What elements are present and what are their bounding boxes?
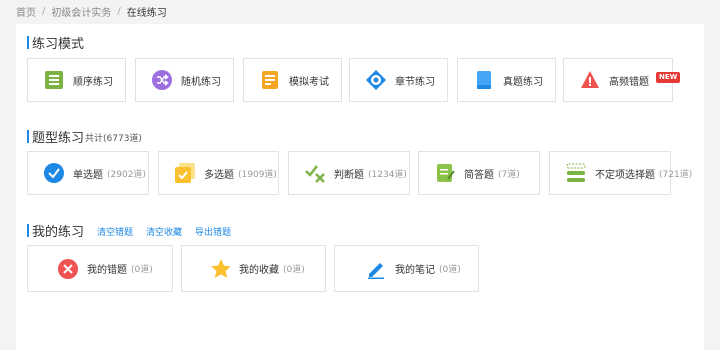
- type-label: 单选题: [73, 169, 103, 181]
- my-practice-title: 我的练习: [32, 225, 85, 240]
- options-icon: [566, 163, 586, 183]
- type-label: 多选题: [204, 169, 234, 181]
- breadcrumb-separator: /: [117, 5, 121, 17]
- list-icon: [44, 70, 64, 90]
- mode-card-past-exams[interactable]: 真题练习: [457, 58, 556, 102]
- clear-favorites-link[interactable]: 清空收藏: [146, 225, 182, 238]
- error-icon: [58, 258, 78, 279]
- my-count: (0道): [283, 265, 305, 275]
- type-card-single-choice[interactable]: 单选题 (2902道): [27, 151, 149, 195]
- star-icon: [210, 258, 230, 279]
- section-marker: [27, 130, 29, 143]
- my-count: (0道): [439, 265, 461, 275]
- my-label: 我的收藏: [239, 265, 279, 276]
- question-types-title: 题型练习: [32, 131, 85, 146]
- multi-check-icon: [175, 163, 195, 183]
- warning-icon: [580, 70, 600, 90]
- mode-label: 章节练习: [395, 76, 435, 88]
- type-card-true-false[interactable]: 判断题 (1234道): [288, 151, 410, 195]
- mode-card-random[interactable]: 随机练习: [135, 58, 234, 102]
- breadcrumb: 首页 / 初级会计实务 / 在线练习: [0, 0, 720, 22]
- breadcrumb-current: 在线练习: [126, 7, 167, 19]
- my-card-favorites[interactable]: 我的收藏 (0道): [181, 245, 326, 292]
- breadcrumb-home[interactable]: 首页: [16, 4, 36, 19]
- type-count: (721道): [659, 169, 693, 180]
- practice-modes-title: 练习模式: [32, 37, 85, 52]
- my-label: 我的错题: [87, 265, 127, 276]
- new-badge: NEW: [656, 72, 681, 83]
- my-practice-heading: 我的练习 清空错题 清空收藏 导出错题: [27, 221, 231, 240]
- clear-errors-link[interactable]: 清空错题: [97, 225, 133, 238]
- mode-label: 顺序练习: [73, 76, 113, 88]
- section-marker: [27, 36, 29, 49]
- type-label: 不定项选择题: [595, 169, 655, 181]
- check-circle-icon: [44, 163, 64, 183]
- type-count: (1234道): [368, 169, 407, 180]
- pencil-icon: [366, 259, 386, 279]
- practice-panel: 练习模式 顺序练习 随机练习 模拟考试 章节练习 真题练习 高频错题 NEW 题…: [16, 24, 704, 350]
- mode-label: 随机练习: [181, 76, 221, 88]
- question-types-total: 共计(6773道): [85, 134, 142, 144]
- mode-label: 高频错题: [609, 76, 649, 88]
- breadcrumb-separator: /: [42, 5, 46, 17]
- target-icon: [366, 70, 386, 90]
- type-card-multi-choice[interactable]: 多选题 (1909道): [158, 151, 279, 195]
- my-card-notes[interactable]: 我的笔记 (0道): [334, 245, 479, 292]
- type-card-indefinite-choice[interactable]: 不定项选择题 (721道): [549, 151, 692, 195]
- true-false-icon: [305, 163, 325, 183]
- export-errors-link[interactable]: 导出错题: [195, 225, 231, 238]
- type-label: 判断题: [334, 169, 364, 181]
- type-count: (1909道): [238, 169, 277, 180]
- mode-card-chapter[interactable]: 章节练习: [349, 58, 448, 102]
- exam-icon: [260, 70, 280, 90]
- mode-card-sequential[interactable]: 顺序练习: [27, 58, 126, 102]
- breadcrumb-category[interactable]: 初级会计实务: [51, 4, 111, 19]
- question-types-heading: 题型练习 共计(6773道): [27, 127, 142, 146]
- book-icon: [474, 70, 494, 90]
- my-card-errors[interactable]: 我的错题 (0道): [27, 245, 173, 292]
- type-count: (2902道): [107, 169, 146, 180]
- type-card-short-answer[interactable]: 简答题 (7道): [418, 151, 540, 195]
- type-label: 简答题: [464, 169, 494, 181]
- my-count: (0道): [131, 265, 153, 275]
- mode-label: 真题练习: [503, 76, 543, 88]
- notepad-icon: [435, 163, 455, 183]
- mode-card-mock-exam[interactable]: 模拟考试: [243, 58, 342, 102]
- section-marker: [27, 224, 29, 237]
- shuffle-icon: [152, 70, 172, 90]
- type-count: (7道): [498, 169, 520, 180]
- mode-label: 模拟考试: [289, 76, 329, 88]
- practice-modes-heading: 练习模式: [27, 33, 84, 52]
- my-label: 我的笔记: [395, 265, 435, 276]
